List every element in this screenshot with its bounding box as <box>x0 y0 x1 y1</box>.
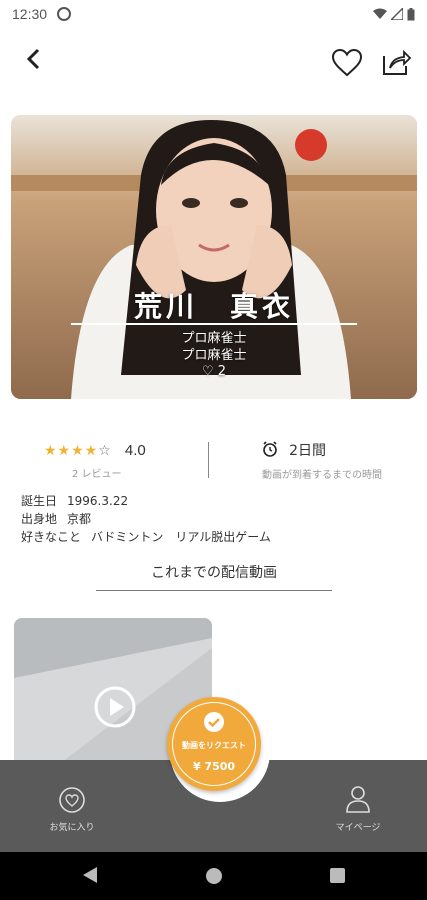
nav-mypage-label: マイページ <box>335 823 381 833</box>
profile-title-secondary: プロ麻雀士 <box>181 348 247 363</box>
hometown-value: 京都 <box>67 512 92 526</box>
notification-icon <box>57 7 72 21</box>
system-home-icon[interactable] <box>206 868 222 884</box>
delivery-time-value: 2日間 <box>289 443 327 459</box>
likes-label: 好きなこと <box>21 530 82 544</box>
status-bar: 12:30 <box>0 0 427 28</box>
system-recents-icon[interactable] <box>330 868 345 883</box>
system-nav-bar <box>0 852 427 900</box>
battery-icon <box>407 7 415 20</box>
hometown-label: 出身地 <box>21 512 58 526</box>
profile-name: 荒川 真衣 <box>133 290 294 323</box>
like-count-value: 2 <box>217 364 227 379</box>
status-time: 12:30 <box>12 6 48 22</box>
stats-row: ★★★★☆ 4.0 2 レビュー 2日間 動画が到着するまでの時間 <box>0 438 427 481</box>
nav-favorites[interactable]: お気に入り <box>44 786 100 833</box>
star-rating-icon: ★★★★☆ <box>44 443 112 459</box>
stats-divider <box>208 442 209 478</box>
likes-value: バドミントン リアル脱出ゲーム <box>91 530 271 544</box>
review-count: 2 レビュー <box>72 469 122 480</box>
share-button[interactable] <box>380 46 412 78</box>
nav-mypage[interactable]: マイページ <box>330 784 386 833</box>
heart-icon <box>331 48 363 77</box>
wifi-icon <box>373 8 387 19</box>
section-underline <box>96 590 332 591</box>
signal-icon <box>391 8 403 20</box>
request-button-label: 動画をリクエスト <box>182 741 246 750</box>
name-underline <box>71 323 357 325</box>
heart-outline-icon: ♡ <box>201 364 214 379</box>
person-icon <box>346 786 370 813</box>
status-icons <box>373 7 415 21</box>
rating-value: 4.0 <box>124 442 146 459</box>
rating-block[interactable]: ★★★★☆ 4.0 2 レビュー <box>44 440 174 480</box>
favorite-button[interactable] <box>330 46 364 80</box>
share-icon <box>383 49 412 75</box>
heart-circle-icon <box>59 787 85 813</box>
birthday-row: 誕生日 1996.3.22 <box>21 492 411 510</box>
top-bar <box>0 40 427 84</box>
back-button[interactable] <box>18 44 48 74</box>
chevron-left-icon <box>26 48 40 70</box>
request-video-button[interactable]: 動画をリクエスト ¥ 7500 <box>167 697 261 791</box>
delivery-time-block: 2日間 動画が到着するまでの時間 <box>262 440 412 481</box>
nav-favorites-label: お気に入り <box>49 823 95 833</box>
profile-info: 誕生日 1996.3.22 出身地 京都 好きなこと バドミントン リアル脱出ゲーム <box>21 492 411 546</box>
likes-row: 好きなこと バドミントン リアル脱出ゲーム <box>21 528 411 546</box>
profile-photo-card: 荒川 真衣 プロ麻雀士 プロ麻雀士 ♡ 2 <box>11 115 417 399</box>
hometown-row: 出身地 京都 <box>21 510 411 528</box>
alarm-clock-icon <box>263 441 277 457</box>
delivery-time-label: 動画が到着するまでの時間 <box>262 470 382 481</box>
past-videos-title: これまでの配信動画 <box>151 565 277 581</box>
check-circle-icon <box>204 712 224 732</box>
birthday-value: 1996.3.22 <box>67 494 129 508</box>
system-back-icon[interactable] <box>82 866 98 884</box>
request-button-price: ¥ 7500 <box>192 760 236 773</box>
play-icon[interactable] <box>94 686 136 728</box>
like-count: ♡ 2 <box>11 364 417 379</box>
birthday-label: 誕生日 <box>21 494 58 508</box>
